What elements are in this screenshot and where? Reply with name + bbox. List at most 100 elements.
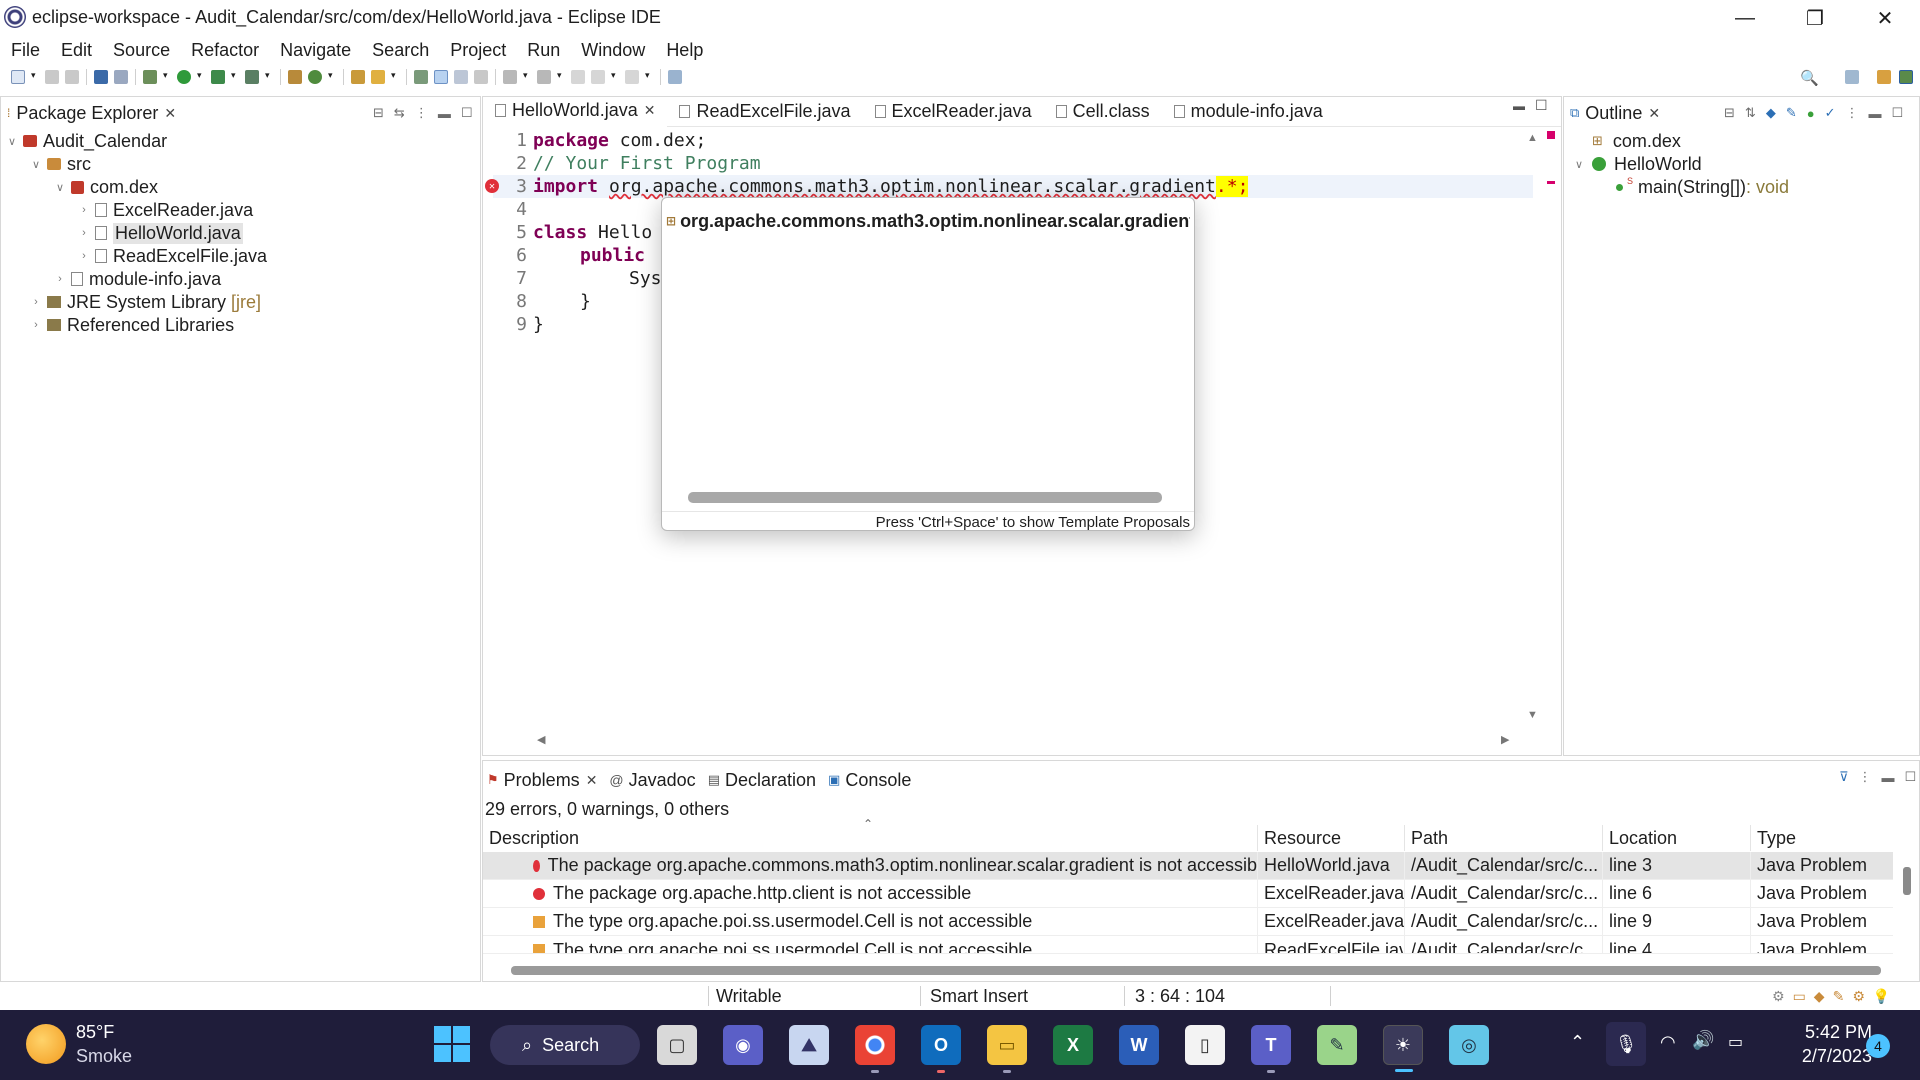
teams-icon[interactable]: T — [1251, 1025, 1291, 1073]
coverage-dropdown-icon[interactable]: ▾ — [231, 70, 239, 84]
volume-icon[interactable]: 🔊 — [1692, 1030, 1714, 1051]
column-header-location[interactable]: Location — [1603, 825, 1751, 851]
link-with-editor-icon[interactable]: ⇆ — [394, 105, 405, 121]
tree-item-jre-library[interactable]: › JRE System Library [jre] — [29, 290, 261, 314]
view-menu-icon[interactable]: ⋮ — [1859, 769, 1872, 785]
horizontal-scrollbar-thumb[interactable] — [688, 492, 1162, 503]
maximize-view-icon[interactable]: ☐ — [1905, 769, 1917, 785]
collapsed-chevron-icon[interactable]: › — [53, 273, 67, 285]
outline-item-method[interactable]: S main(String[]) : void — [1616, 175, 1789, 199]
word-icon[interactable]: W — [1119, 1025, 1159, 1065]
clock-date[interactable]: 2/7/2023 — [1780, 1046, 1872, 1067]
new-class-icon[interactable] — [308, 70, 322, 84]
minimize-view-icon[interactable]: ▬ — [1513, 99, 1525, 113]
filter-icon[interactable]: ⊽ — [1839, 769, 1849, 785]
minimize-view-icon[interactable]: ▬ — [1882, 770, 1895, 785]
view-menu-icon[interactable]: ⋮ — [1845, 105, 1858, 121]
pin-editor-icon[interactable] — [668, 70, 682, 84]
menu-run[interactable]: Run — [527, 40, 560, 61]
proposal-item-selected[interactable]: ⊞ org.apache.commons.math3.optim.nonline… — [666, 210, 1190, 232]
minimize-button[interactable]: — — [1710, 0, 1780, 36]
search-tool-icon[interactable] — [371, 70, 385, 84]
wifi-icon[interactable]: ◠ — [1660, 1032, 1676, 1053]
save-all-icon[interactable] — [65, 70, 79, 84]
debug-dropdown-icon[interactable]: ▾ — [163, 70, 171, 84]
edit-icon[interactable]: ✎ — [1833, 988, 1845, 1005]
settings-icon[interactable]: ⚙ — [1852, 988, 1865, 1005]
hide-static-icon[interactable]: ✎ — [1786, 105, 1797, 121]
scroll-down-icon[interactable]: ▼ — [1527, 709, 1538, 721]
expanded-chevron-icon[interactable]: ∨ — [29, 158, 43, 171]
column-header-type[interactable]: Type — [1751, 825, 1893, 851]
weather-hazy-icon[interactable] — [26, 1024, 66, 1064]
java-perspective-icon[interactable] — [1899, 70, 1913, 84]
menu-help[interactable]: Help — [666, 40, 703, 61]
menu-navigate[interactable]: Navigate — [280, 40, 351, 61]
outline-tab[interactable]: ⧉ Outline ✕ — [1570, 101, 1660, 125]
toggle-word-wrap-icon[interactable] — [434, 70, 448, 84]
forward-dropdown-icon[interactable]: ▾ — [645, 70, 653, 84]
tree-item-project[interactable]: ∨ Audit_Calendar — [5, 129, 167, 153]
weather-temperature[interactable]: 85°F — [76, 1022, 114, 1043]
toggle-block-selection-icon[interactable] — [454, 70, 468, 84]
error-overview-marker[interactable] — [1547, 181, 1555, 184]
external-tools-icon[interactable] — [245, 70, 259, 84]
previous-annotation-icon[interactable] — [537, 70, 551, 84]
notepad-icon[interactable]: ▯ — [1185, 1025, 1225, 1065]
tab-problems[interactable]: ⚑ Problems ✕ — [487, 770, 597, 791]
new-icon[interactable] — [11, 70, 25, 84]
menu-file[interactable]: File — [11, 40, 40, 61]
close-button[interactable]: ✕ — [1850, 0, 1920, 36]
scroll-left-icon[interactable]: ◀ — [537, 733, 545, 746]
photos-app-icon[interactable]: ⛰ — [789, 1025, 829, 1065]
save-icon[interactable] — [45, 70, 59, 84]
chrome-icon[interactable] — [855, 1025, 895, 1073]
collapsed-chevron-icon[interactable]: › — [77, 250, 91, 262]
tab-javadoc[interactable]: @ Javadoc — [609, 770, 695, 791]
skip-breakpoints-icon[interactable] — [114, 70, 128, 84]
tree-item-package[interactable]: ∨ com.dex — [53, 175, 158, 199]
maximize-view-icon[interactable]: ☐ — [461, 105, 473, 121]
notifications-icon[interactable]: ▭ — [1793, 988, 1806, 1005]
outline-item-package[interactable]: ⊞ com.dex — [1592, 129, 1681, 153]
minimize-view-icon[interactable]: ▬ — [438, 106, 451, 121]
table-row[interactable]: The package org.apache.http.client is no… — [483, 879, 1893, 908]
tree-item-src[interactable]: ∨ src — [29, 152, 91, 176]
expanded-chevron-icon[interactable]: ∨ — [5, 135, 19, 148]
tab-readexcelfile[interactable]: ReadExcelFile.java — [667, 97, 862, 127]
maximize-view-icon[interactable]: ☐ — [1535, 97, 1548, 114]
close-icon[interactable]: ✕ — [1648, 105, 1660, 122]
tips-icon[interactable]: ◆ — [1814, 988, 1825, 1005]
search-dropdown-icon[interactable]: ▾ — [391, 70, 399, 84]
new-dropdown-icon[interactable]: ▾ — [31, 70, 39, 84]
tree-item-java-file[interactable]: › ReadExcelFile.java — [77, 244, 267, 268]
collapsed-chevron-icon[interactable]: › — [29, 319, 43, 331]
clock-time[interactable]: 5:42 PM — [1790, 1022, 1872, 1043]
menu-edit[interactable]: Edit — [61, 40, 92, 61]
run-dropdown-icon[interactable]: ▾ — [197, 70, 205, 84]
open-console-icon[interactable] — [94, 70, 108, 84]
collapse-all-icon[interactable]: ⊟ — [1724, 105, 1735, 121]
paint-palette-icon[interactable]: ◎ — [1449, 1025, 1489, 1065]
collapsed-chevron-icon[interactable]: › — [77, 204, 91, 216]
debug-icon[interactable] — [143, 70, 157, 84]
teams-chat-icon[interactable]: ◉ — [723, 1025, 763, 1065]
lightbulb-icon[interactable]: 💡 — [1873, 988, 1890, 1005]
forward-icon[interactable] — [625, 70, 639, 84]
toggle-mark-occurrences-icon[interactable] — [414, 70, 428, 84]
vertical-scrollbar-thumb[interactable] — [1903, 867, 1911, 895]
next-annotation-icon[interactable] — [503, 70, 517, 84]
eclipse-taskbar-icon[interactable]: ☀ — [1383, 1025, 1423, 1072]
next-annotation-dropdown-icon[interactable]: ▾ — [523, 70, 531, 84]
expanded-chevron-icon[interactable]: ∨ — [1572, 158, 1586, 171]
show-whitespace-icon[interactable] — [474, 70, 488, 84]
tab-module-info[interactable]: module-info.java — [1162, 97, 1335, 127]
menu-window[interactable]: Window — [581, 40, 645, 61]
error-marker-icon[interactable]: ✕ — [485, 179, 499, 193]
notification-badge[interactable]: 4 — [1866, 1034, 1890, 1058]
battery-icon[interactable]: ▭ — [1728, 1032, 1743, 1052]
open-perspective-icon[interactable] — [1845, 70, 1859, 84]
paint-app-icon[interactable]: ✎ — [1317, 1025, 1357, 1065]
table-row[interactable]: The type org.apache.poi.ss.usermodel.Cel… — [483, 907, 1893, 936]
tab-cell-class[interactable]: Cell.class — [1044, 97, 1162, 127]
